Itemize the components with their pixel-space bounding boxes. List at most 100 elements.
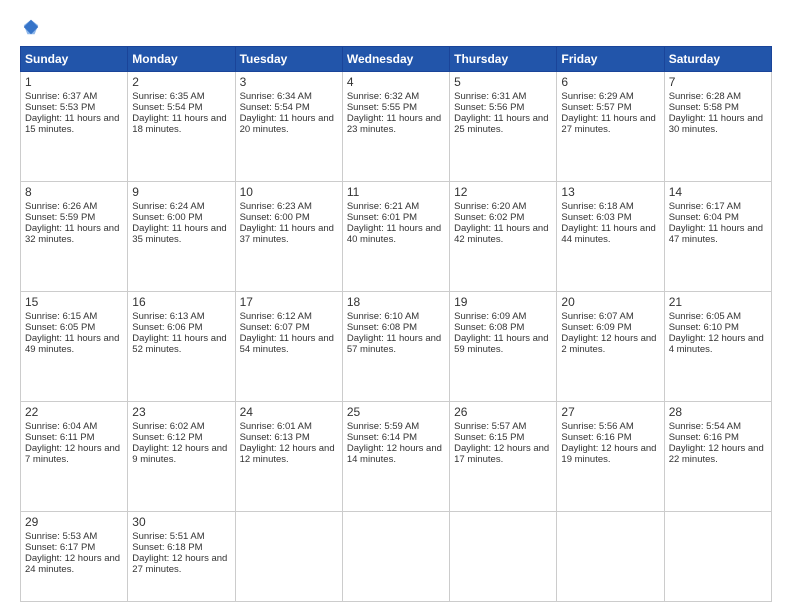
sunset: Sunset: 6:10 PM: [669, 322, 739, 333]
calendar-cell: 23Sunrise: 6:02 AMSunset: 6:12 PMDayligh…: [128, 401, 235, 511]
calendar-cell: [235, 511, 342, 602]
sunset: Sunset: 6:15 PM: [454, 432, 524, 443]
day-header: Monday: [128, 47, 235, 72]
sunrise: Sunrise: 6:34 AM: [240, 91, 312, 102]
calendar-cell: 26Sunrise: 5:57 AMSunset: 6:15 PMDayligh…: [450, 401, 557, 511]
sunset: Sunset: 6:11 PM: [25, 432, 95, 443]
calendar-cell: 6Sunrise: 6:29 AMSunset: 5:57 PMDaylight…: [557, 72, 664, 182]
sunrise: Sunrise: 6:12 AM: [240, 311, 312, 322]
calendar-cell: [450, 511, 557, 602]
header-row: SundayMondayTuesdayWednesdayThursdayFrid…: [21, 47, 772, 72]
daylight: Daylight: 11 hours and 57 minutes.: [347, 333, 441, 355]
calendar-cell: 18Sunrise: 6:10 AMSunset: 6:08 PMDayligh…: [342, 291, 449, 401]
calendar-cell: [664, 511, 771, 602]
daylight: Daylight: 12 hours and 19 minutes.: [561, 443, 656, 465]
sunset: Sunset: 5:54 PM: [132, 102, 202, 113]
day-number: 4: [347, 75, 445, 89]
daylight: Daylight: 12 hours and 9 minutes.: [132, 443, 227, 465]
sunrise: Sunrise: 6:23 AM: [240, 201, 312, 212]
day-header: Sunday: [21, 47, 128, 72]
sunrise: Sunrise: 6:29 AM: [561, 91, 633, 102]
calendar-cell: 2Sunrise: 6:35 AMSunset: 5:54 PMDaylight…: [128, 72, 235, 182]
daylight: Daylight: 11 hours and 25 minutes.: [454, 113, 548, 135]
sunrise: Sunrise: 6:07 AM: [561, 311, 633, 322]
daylight: Daylight: 11 hours and 49 minutes.: [25, 333, 119, 355]
sunset: Sunset: 5:54 PM: [240, 102, 310, 113]
calendar-cell: 15Sunrise: 6:15 AMSunset: 6:05 PMDayligh…: [21, 291, 128, 401]
daylight: Daylight: 11 hours and 23 minutes.: [347, 113, 441, 135]
daylight: Daylight: 12 hours and 17 minutes.: [454, 443, 549, 465]
calendar-cell: 5Sunrise: 6:31 AMSunset: 5:56 PMDaylight…: [450, 72, 557, 182]
day-header: Tuesday: [235, 47, 342, 72]
calendar-cell: 28Sunrise: 5:54 AMSunset: 6:16 PMDayligh…: [664, 401, 771, 511]
calendar-cell: 4 Sunrise: 6:32 AMSunset: 5:55 PMDaylight…: [342, 72, 449, 182]
header: [20, 18, 772, 36]
sunset: Sunset: 5:53 PM: [25, 102, 95, 113]
sunrise: Sunrise: 6:37 AM: [25, 91, 97, 102]
daylight: Daylight: 11 hours and 18 minutes.: [132, 113, 226, 135]
sunset: Sunset: 5:55 PM: [347, 102, 417, 113]
sunset: Sunset: 6:00 PM: [240, 212, 310, 223]
calendar-cell: 14Sunrise: 6:17 AMSunset: 6:04 PMDayligh…: [664, 181, 771, 291]
sunrise: Sunrise: 6:28 AM: [669, 91, 741, 102]
day-number: 26: [454, 405, 552, 419]
daylight: Daylight: 11 hours and 37 minutes.: [240, 223, 334, 245]
calendar-cell: 30Sunrise: 5:51 AMSunset: 6:18 PMDayligh…: [128, 511, 235, 602]
sunset: Sunset: 6:02 PM: [454, 212, 524, 223]
daylight: Daylight: 11 hours and 15 minutes.: [25, 113, 119, 135]
sunset: Sunset: 6:05 PM: [25, 322, 95, 333]
day-number: 8: [25, 185, 123, 199]
sunset: Sunset: 6:03 PM: [561, 212, 631, 223]
day-number: 19: [454, 295, 552, 309]
day-number: 6: [561, 75, 659, 89]
sunset: Sunset: 6:14 PM: [347, 432, 417, 443]
calendar-cell: 3Sunrise: 6:34 AMSunset: 5:54 PMDaylight…: [235, 72, 342, 182]
day-header: Thursday: [450, 47, 557, 72]
daylight: Daylight: 11 hours and 59 minutes.: [454, 333, 548, 355]
day-number: 10: [240, 185, 338, 199]
week-row: 8Sunrise: 6:26 AMSunset: 5:59 PMDaylight…: [21, 181, 772, 291]
day-number: 29: [25, 515, 123, 529]
sunrise: Sunrise: 6:09 AM: [454, 311, 526, 322]
sunset: Sunset: 6:16 PM: [561, 432, 631, 443]
day-number: 14: [669, 185, 767, 199]
week-row: 22Sunrise: 6:04 AMSunset: 6:11 PMDayligh…: [21, 401, 772, 511]
day-number: 13: [561, 185, 659, 199]
sunset: Sunset: 6:06 PM: [132, 322, 202, 333]
daylight: Daylight: 12 hours and 24 minutes.: [25, 553, 120, 575]
day-number: 30: [132, 515, 230, 529]
calendar-cell: 21Sunrise: 6:05 AMSunset: 6:10 PMDayligh…: [664, 291, 771, 401]
daylight: Daylight: 11 hours and 54 minutes.: [240, 333, 334, 355]
sunset: Sunset: 6:04 PM: [669, 212, 739, 223]
logo-icon: [22, 18, 40, 36]
daylight: Daylight: 12 hours and 2 minutes.: [561, 333, 656, 355]
calendar-cell: 11Sunrise: 6:21 AMSunset: 6:01 PMDayligh…: [342, 181, 449, 291]
daylight: Daylight: 11 hours and 42 minutes.: [454, 223, 548, 245]
daylight: Daylight: 12 hours and 12 minutes.: [240, 443, 335, 465]
day-number: 22: [25, 405, 123, 419]
daylight: Daylight: 12 hours and 4 minutes.: [669, 333, 764, 355]
sunrise: Sunrise: 6:01 AM: [240, 421, 312, 432]
sunset: Sunset: 6:18 PM: [132, 542, 202, 553]
calendar-cell: 22Sunrise: 6:04 AMSunset: 6:11 PMDayligh…: [21, 401, 128, 511]
daylight: Daylight: 12 hours and 7 minutes.: [25, 443, 120, 465]
daylight: Daylight: 11 hours and 47 minutes.: [669, 223, 763, 245]
sunrise: Sunrise: 6:18 AM: [561, 201, 633, 212]
sunrise: Sunrise: 6:32 AM: [347, 91, 419, 102]
day-number: 9: [132, 185, 230, 199]
day-number: 18: [347, 295, 445, 309]
sunset: Sunset: 6:09 PM: [561, 322, 631, 333]
daylight: Daylight: 12 hours and 22 minutes.: [669, 443, 764, 465]
day-number: 24: [240, 405, 338, 419]
sunset: Sunset: 6:13 PM: [240, 432, 310, 443]
day-number: 17: [240, 295, 338, 309]
daylight: Daylight: 11 hours and 52 minutes.: [132, 333, 226, 355]
calendar-cell: 7Sunrise: 6:28 AMSunset: 5:58 PMDaylight…: [664, 72, 771, 182]
day-number: 15: [25, 295, 123, 309]
sunset: Sunset: 6:12 PM: [132, 432, 202, 443]
day-number: 23: [132, 405, 230, 419]
sunset: Sunset: 5:57 PM: [561, 102, 631, 113]
calendar-cell: 25Sunrise: 5:59 AMSunset: 6:14 PMDayligh…: [342, 401, 449, 511]
day-number: 12: [454, 185, 552, 199]
sunset: Sunset: 6:08 PM: [454, 322, 524, 333]
